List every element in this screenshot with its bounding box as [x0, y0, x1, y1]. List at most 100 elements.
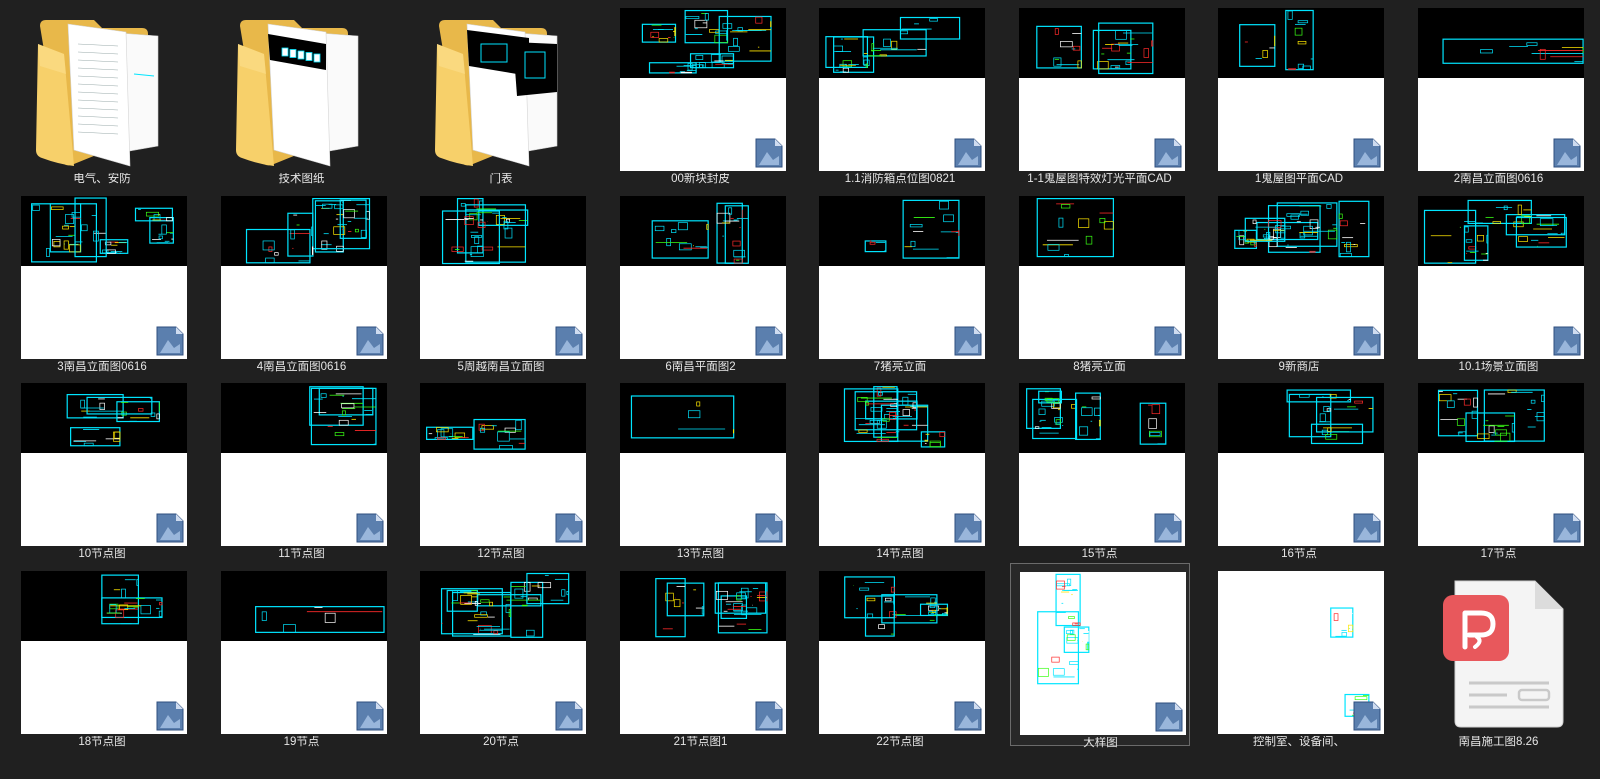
cad-drawing-thumbnail — [21, 570, 187, 734]
cad-drawing-thumbnail — [1417, 383, 1584, 546]
dwg-file-item[interactable]: 12节点图 — [411, 375, 591, 560]
file-name-label: 22节点图 — [876, 735, 924, 748]
dwg-file-item[interactable]: 5周越南昌立面图 — [411, 188, 591, 373]
cad-drawing-thumbnail — [21, 383, 187, 546]
file-name-label: 14节点图 — [876, 548, 924, 560]
folder-icon — [435, 20, 558, 167]
dwg-file-badge-icon — [755, 138, 782, 168]
dwg-file-item[interactable]: 18节点图 — [12, 563, 192, 748]
file-name-label: 技术图纸 — [278, 173, 325, 185]
dwg-file-badge-icon — [755, 326, 782, 355]
pdf-file-icon — [1442, 580, 1563, 727]
dwg-file-item[interactable]: 2南昌立面图0616 — [1409, 0, 1589, 185]
dwg-file-item[interactable]: 16节点 — [1209, 375, 1389, 560]
file-name-label: 21节点图1 — [673, 735, 728, 748]
cad-drawing-thumbnail — [819, 383, 985, 546]
dwg-file-item[interactable]: 1鬼屋图平面CAD — [1209, 0, 1389, 185]
dwg-file-item[interactable]: 00新块封皮 — [611, 0, 791, 185]
dwg-file-item[interactable]: 大样图 — [1009, 562, 1190, 749]
file-name-label: 20节点 — [483, 735, 519, 748]
cad-drawing-thumbnail — [619, 570, 786, 734]
dwg-file-badge-icon — [1353, 513, 1381, 543]
dwg-file-badge-icon — [1353, 138, 1381, 168]
dwg-file-item[interactable]: 15节点 — [1010, 375, 1190, 560]
dwg-file-badge-icon — [954, 138, 982, 168]
cad-drawing-thumbnail — [21, 195, 187, 359]
dwg-file-item[interactable]: 8猪亮立面 — [1010, 188, 1190, 373]
cad-drawing-thumbnail — [1018, 8, 1185, 171]
file-name-label: 2南昌立面图0616 — [1453, 173, 1544, 185]
dwg-file-item[interactable]: 17节点 — [1409, 375, 1589, 560]
file-name-label: 3南昌立面图0616 — [57, 360, 147, 373]
dwg-file-item[interactable]: 11节点图 — [212, 375, 392, 560]
file-name-label: 12节点图 — [477, 548, 525, 560]
dwg-file-badge-icon — [1353, 701, 1381, 730]
dwg-file-badge-icon — [755, 513, 782, 543]
dwg-file-badge-icon — [356, 513, 383, 543]
dwg-file-badge-icon — [1553, 138, 1580, 168]
cad-drawing-thumbnail — [819, 195, 985, 359]
file-name-label: 7猪亮立面 — [873, 360, 927, 373]
folder-item[interactable]: 电气、安防 — [12, 0, 192, 185]
dwg-file-item[interactable]: 3南昌立面图0616 — [12, 188, 192, 373]
folder-item[interactable]: 门表 — [411, 0, 591, 185]
file-name-label: 15节点 — [1081, 548, 1118, 560]
file-name-label: 控制室、设备间、 — [1253, 735, 1345, 748]
dwg-file-item[interactable]: 21节点图1 — [611, 563, 791, 748]
dwg-file-badge-icon — [755, 701, 782, 730]
dwg-file-badge-icon — [555, 513, 583, 543]
cad-drawing-thumbnail — [1218, 383, 1384, 546]
dwg-file-item[interactable]: 10.1场景立面图 — [1409, 188, 1589, 373]
file-name-label: 4南昌立面图0616 — [256, 360, 347, 373]
file-name-label: 门表 — [489, 173, 513, 185]
dwg-file-badge-icon — [954, 326, 982, 355]
dwg-file-badge-icon — [356, 701, 383, 730]
dwg-file-item[interactable]: 19节点 — [212, 563, 392, 748]
dwg-file-badge-icon — [954, 513, 982, 543]
dwg-file-item[interactable]: 10节点图 — [12, 375, 192, 560]
dwg-file-item[interactable]: 20节点 — [411, 563, 591, 748]
file-name-label: 13节点图 — [676, 548, 725, 560]
file-name-label: 1-1鬼屋图特效灯光平面CAD — [1027, 173, 1172, 185]
dwg-file-badge-icon — [1155, 702, 1182, 731]
dwg-file-badge-icon — [555, 326, 583, 355]
file-name-label: 10节点图 — [78, 548, 126, 560]
file-name-label: 1.1消防箱点位图0821 — [844, 173, 956, 185]
cad-drawing-thumbnail — [420, 195, 586, 359]
dwg-file-item[interactable]: 1.1消防箱点位图0821 — [810, 0, 990, 185]
cad-drawing-thumbnail — [619, 383, 786, 546]
folder-icon — [36, 20, 159, 167]
dwg-file-badge-icon — [156, 326, 184, 355]
dwg-file-item[interactable]: 控制室、设备间、 — [1209, 563, 1389, 748]
file-name-label: 16节点 — [1281, 548, 1317, 560]
file-name-label: 11节点图 — [278, 548, 325, 560]
dwg-file-item[interactable]: 14节点图 — [810, 375, 990, 560]
dwg-file-badge-icon — [1553, 326, 1580, 355]
dwg-file-item[interactable]: 6南昌平面图2 — [611, 188, 791, 373]
dwg-file-item[interactable]: 7猪亮立面 — [810, 188, 990, 373]
cad-drawing-thumbnail — [1417, 8, 1584, 171]
file-name-label: 6南昌平面图2 — [665, 360, 736, 373]
pdf-file-item[interactable]: 南昌施工图8.26 — [1409, 563, 1589, 748]
file-name-label: 18节点图 — [78, 735, 126, 748]
dwg-file-item[interactable]: 22节点图 — [810, 563, 990, 748]
dwg-file-item[interactable]: 4南昌立面图0616 — [212, 188, 392, 373]
file-name-label: 9新商店 — [1278, 360, 1320, 373]
cad-drawing-thumbnail — [1018, 195, 1185, 359]
cad-drawing-thumbnail — [220, 570, 387, 734]
dwg-file-badge-icon — [1154, 513, 1181, 543]
dwg-file-item[interactable]: 13节点图 — [611, 375, 791, 560]
dwg-file-item[interactable]: 1-1鬼屋图特效灯光平面CAD — [1010, 0, 1190, 185]
file-name-label: 南昌施工图8.26 — [1458, 735, 1539, 748]
file-name-label: 17节点 — [1480, 548, 1517, 560]
cad-drawing-thumbnail — [420, 570, 586, 734]
dwg-file-item[interactable]: 9新商店 — [1209, 188, 1389, 373]
file-name-label: 8猪亮立面 — [1073, 360, 1126, 373]
cad-drawing-thumbnail — [220, 195, 387, 359]
cad-drawing-thumbnail — [1417, 195, 1584, 359]
file-name-label: 大样图 — [1083, 736, 1118, 749]
cad-drawing-thumbnail — [819, 570, 985, 734]
cad-drawing-thumbnail — [420, 383, 586, 546]
folder-item[interactable]: 技术图纸 — [212, 0, 392, 185]
file-grid: 电气、安防 技术图纸 门表 00新块封皮 1.1消防箱点位图0821 1-1鬼屋图特效灯光… — [0, 0, 1600, 779]
